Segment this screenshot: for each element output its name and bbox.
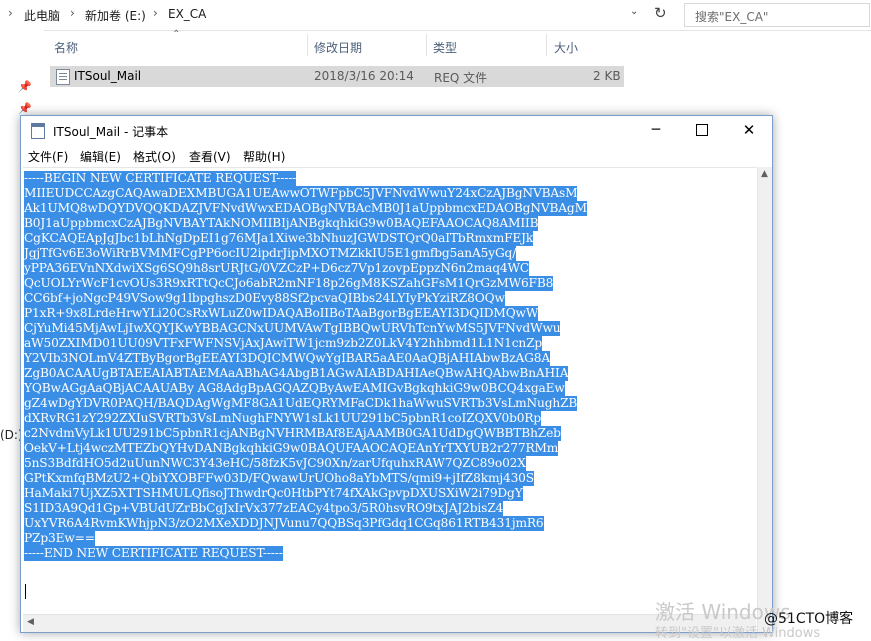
text-line: P1xR+9x8LrdeHrwYLi20CsRxWLuZ0wIDAQABoIIB…	[24, 306, 539, 321]
text-editor-area[interactable]: -----BEGIN NEW CERTIFICATE REQUEST----- …	[23, 167, 756, 632]
breadcrumb-chevron-icon: ›	[8, 6, 13, 20]
menu-view[interactable]: 查看(V)	[189, 148, 231, 165]
menu-file[interactable]: 文件(F)	[28, 148, 68, 165]
breadcrumb-chevron-icon: ›	[70, 6, 75, 20]
close-button[interactable]: ✕	[726, 116, 772, 145]
text-line: B0J1aUppbmcxCzAJBgNVBAYTAkNOMIIBIjANBgkq…	[24, 216, 539, 231]
text-cursor	[25, 584, 26, 599]
breadcrumb-ex-ca[interactable]: EX_CA	[168, 7, 206, 21]
text-line: YQBwAGgAaQBjACAAUABy AG8AdgBpAGQAZQByAwE…	[24, 381, 565, 396]
text-line: HaMaki7UjXZ5XTTSHMULQfisoJThwdrQc0HtbPYt…	[24, 486, 523, 501]
pin-icon: 📌	[18, 102, 32, 115]
address-bar[interactable]: › 此电脑 › 新加卷 (E:) › EX_CA ⌄ ↻ 搜索"EX_CA"	[0, 0, 871, 31]
text-line: Ak1UMQ8wDQYDVQQKDAZJVFNvdWwxEDAOBgNVBAcM…	[24, 201, 587, 216]
horizontal-scrollbar[interactable]: ◀	[23, 614, 756, 632]
column-divider[interactable]	[546, 34, 547, 56]
text-line: CC6bf+joNgcP49VSow9g1lbpghszD0Evy88Sf2pc…	[24, 291, 505, 306]
menu-bar: 文件(F) 编辑(E) 格式(O) 查看(V) 帮助(H)	[21, 145, 772, 167]
menu-help[interactable]: 帮助(H)	[243, 148, 285, 165]
file-size: 2 KB	[593, 69, 621, 83]
notepad-title-bar[interactable]: ITSoul_Mail - 记事本 ─ ✕	[21, 116, 772, 145]
text-line: JgjTfGv6E3oWiRrBVMMFCgPP6ocIU2ipdrJipMXO…	[24, 246, 517, 261]
text-line: -----BEGIN NEW CERTIFICATE REQUEST-----	[24, 171, 297, 186]
minimize-button[interactable]: ─	[633, 116, 679, 145]
maximize-button[interactable]	[679, 116, 725, 145]
search-input[interactable]: 搜索"EX_CA"	[684, 3, 870, 27]
file-row[interactable]: ITSoul_Mail 2018/3/16 20:14 REQ 文件 2 KB	[50, 66, 624, 87]
text-line: GPtKxmfqBMzU2+QbiYXOBFFw03D/FQwawUrUOho8…	[24, 471, 534, 486]
text-line: Y2VIb3NOLmV4ZTByBgorBgEEAYI3DQICMWQwYgIB…	[24, 351, 551, 366]
text-line: 5nS3BdfdHO5d2uUunNWC3Y43eHC/58fzK5vJC90X…	[24, 456, 526, 471]
site-credit-watermark: @51CTO博客	[764, 611, 854, 627]
text-line: S1ID3A9Qd1Gp+VBUdUZrBbCgJxIrVx377zEACy4t…	[24, 501, 504, 516]
search-placeholder: 搜索"EX_CA"	[695, 10, 769, 24]
text-line: c2NvdmVyLk1UU291bC5pbnR1cjANBgNVHRMBAf8E…	[24, 426, 561, 441]
column-divider[interactable]	[307, 34, 308, 56]
text-line: CgKCAQEApJgJbc1bLhNgDpEI1g76MJa1Xiwe3bNh…	[24, 231, 534, 246]
menu-edit[interactable]: 编辑(E)	[80, 148, 121, 165]
column-divider[interactable]	[426, 34, 427, 56]
text-line: -----END NEW CERTIFICATE REQUEST-----	[24, 546, 283, 561]
file-name: ITSoul_Mail	[74, 69, 142, 83]
breadcrumb-chevron-icon: ›	[153, 6, 158, 20]
text-line: dXRvRG1zY292ZXIuSVRTb3VsLmNughFNYW1sLk1U…	[24, 411, 542, 426]
breadcrumb-drive-e[interactable]: 新加卷 (E:)	[85, 7, 146, 24]
file-date: 2018/3/16 20:14	[314, 69, 414, 83]
text-line: gZ4wDgYDVR0PAQH/BAQDAgWgMF8GA1UdEQRYMFaC…	[24, 396, 578, 411]
text-line: MIIEUDCCAzgCAQAwaDEXMBUGA1UEAwwOTWFpbC5J…	[24, 186, 578, 201]
address-dropdown-icon[interactable]: ⌄	[630, 6, 638, 17]
menu-format[interactable]: 格式(O)	[133, 148, 176, 165]
text-line: UxYVR6A4RvmKWhjpN3/zO2MXeXDDJNJVunu7QQBS…	[24, 516, 544, 531]
text-line: PZp3Ew==	[24, 531, 95, 546]
column-header-date[interactable]: 修改日期	[314, 39, 362, 56]
maximize-icon	[696, 124, 708, 136]
pin-icon: 📌	[18, 80, 32, 93]
window-title: ITSoul_Mail - 记事本	[53, 125, 169, 139]
vertical-scrollbar[interactable]: ▲	[757, 167, 772, 632]
breadcrumb-this-pc[interactable]: 此电脑	[24, 7, 60, 24]
text-line: yPPA36EVnNXdwiXSg6SQ9h8srURJtG/0VZCzP+D6…	[24, 261, 530, 276]
sort-ascending-icon: ⌃	[172, 29, 181, 40]
file-type: REQ 文件	[434, 71, 488, 85]
scroll-up-arrow-icon[interactable]: ▲	[761, 169, 768, 179]
text-line: ZgB0ACAAUgBTAEEAIABTAEMAaABhAG4AbgB1AGwA…	[24, 366, 569, 381]
notepad-icon	[31, 123, 45, 139]
text-line: OekV+Ltj4wczMTEZbQYHvDANBgkqhkiG9w0BAQUF…	[24, 441, 559, 456]
column-header-type[interactable]: 类型	[433, 39, 457, 56]
file-icon	[56, 69, 70, 85]
text-line: aW50ZXIMD01UU09VTFxFWFNSVjAxJAwiTW1jcm9z…	[24, 336, 543, 351]
refresh-icon[interactable]: ↻	[654, 4, 667, 22]
scroll-left-arrow-icon[interactable]: ◀	[27, 617, 34, 627]
text-line: QcUOLYrWcF1cvOUs3R9xRTtQcCJo6abR2mNF18p2…	[24, 276, 554, 291]
notepad-window[interactable]: ITSoul_Mail - 记事本 ─ ✕ 文件(F) 编辑(E) 格式(O) …	[20, 115, 773, 633]
column-header-name[interactable]: 名称	[54, 39, 78, 56]
text-line: CjYuMi45MjAwLjIwXQYJKwYBBAGCNxUUMVAwTgIB…	[24, 321, 561, 336]
column-header-size[interactable]: 大小	[554, 39, 578, 56]
